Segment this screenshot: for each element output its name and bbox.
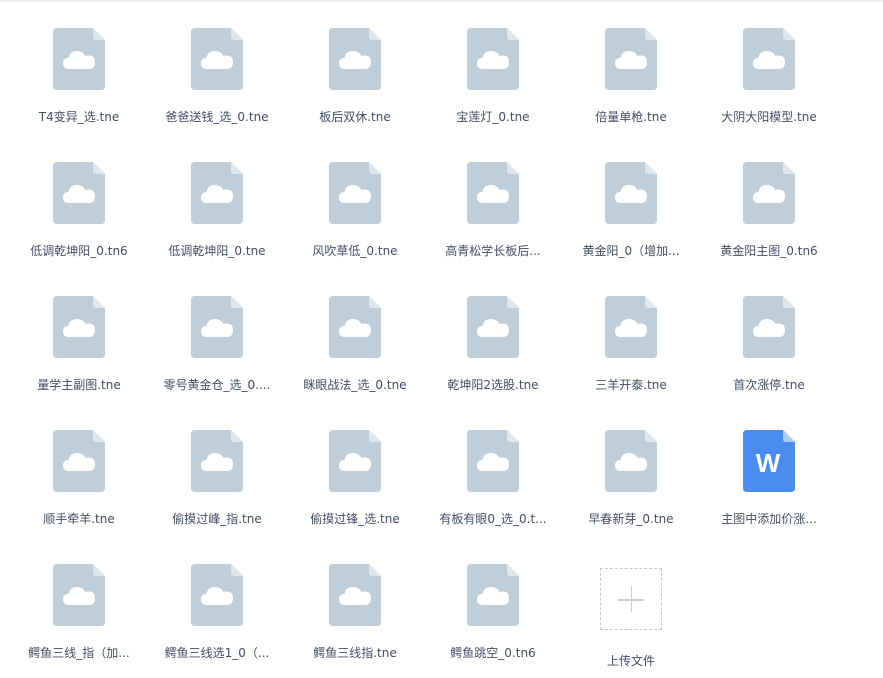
file-item[interactable]: 首次涨停.tne [700,280,838,410]
svg-text:W: W [756,448,781,478]
file-item[interactable]: 眯眼战法_选_0.tne [286,280,424,410]
cloud-file-icon [191,430,243,492]
word-doc-icon: W [743,430,795,492]
file-item[interactable]: 倍量单枪.tne [562,12,700,142]
file-name: 鳄鱼三线指.tne [313,646,397,660]
cloud-file-icon [329,430,381,492]
file-name: 鳄鱼三线_指（加... [28,646,130,660]
file-item[interactable]: 宝莲灯_0.tne [424,12,562,142]
file-name: 早春新芽_0.tne [588,512,674,526]
cloud-file-icon [53,162,105,224]
file-name: 主图中添加价涨... [721,512,817,526]
file-name: 首次涨停.tne [733,378,805,392]
file-item[interactable]: 乾坤阳2选股.tne [424,280,562,410]
file-item[interactable]: 零号黄金仓_选_0.... [148,280,286,410]
file-item[interactable]: 偷摸过锋_选.tne [286,414,424,544]
file-item[interactable]: 鳄鱼三线_指（加... [10,548,148,678]
file-item[interactable]: 爸爸送钱_选_0.tne [148,12,286,142]
file-name: 偷摸过峰_指.tne [172,512,262,526]
cloud-file-icon [329,28,381,90]
file-name: 顺手牵羊.tne [43,512,115,526]
file-name: 黄金阳主图_0.tn6 [720,244,818,258]
cloud-file-icon [53,296,105,358]
top-divider [0,0,883,2]
cloud-file-icon [467,162,519,224]
cloud-file-icon [467,564,519,626]
file-name: 倍量单枪.tne [595,110,667,124]
cloud-file-icon [743,28,795,90]
file-item[interactable]: 三羊开泰.tne [562,280,700,410]
cloud-file-icon [743,162,795,224]
cloud-file-icon [467,28,519,90]
file-name: 零号黄金仓_选_0.... [163,378,271,392]
file-name: 黄金阳_0（增加... [582,244,680,258]
plus-icon[interactable] [600,568,662,630]
file-item[interactable]: 鳄鱼跳空_0.tn6 [424,548,562,678]
cloud-file-icon [191,28,243,90]
cloud-file-icon [467,430,519,492]
cloud-file-icon [191,162,243,224]
file-item[interactable]: W 主图中添加价涨... [700,414,838,544]
file-name: T4变异_选.tne [38,110,120,124]
file-item[interactable]: 黄金阳_0（增加... [562,146,700,276]
file-item[interactable]: 低调乾坤阳_0.tn6 [10,146,148,276]
file-item[interactable]: 低调乾坤阳_0.tne [148,146,286,276]
cloud-file-icon [329,296,381,358]
file-item[interactable]: 量学主副图.tne [10,280,148,410]
cloud-file-icon [53,564,105,626]
file-item[interactable]: 板后双休.tne [286,12,424,142]
cloud-file-icon [467,296,519,358]
file-name: 偷摸过锋_选.tne [310,512,400,526]
file-name: 量学主副图.tne [37,378,121,392]
cloud-file-icon [329,162,381,224]
file-name: 宝莲灯_0.tne [456,110,530,124]
upload-file-label: 上传文件 [606,654,655,668]
cloud-file-icon [329,564,381,626]
file-name: 鳄鱼跳空_0.tn6 [450,646,536,660]
file-item[interactable]: 大阴大阳模型.tne [700,12,838,142]
file-name: 板后双休.tne [319,110,391,124]
file-item[interactable]: 黄金阳主图_0.tn6 [700,146,838,276]
cloud-file-icon [743,296,795,358]
file-name: 乾坤阳2选股.tne [447,378,539,392]
file-name: 高青松学长板后... [445,244,541,258]
file-item[interactable]: 顺手牵羊.tne [10,414,148,544]
cloud-file-icon [53,28,105,90]
upload-file-button[interactable]: 上传文件 [562,548,700,678]
cloud-file-icon [191,564,243,626]
cloud-file-icon [605,296,657,358]
file-name: 低调乾坤阳_0.tne [168,244,266,258]
cloud-file-icon [605,28,657,90]
file-item[interactable]: 偷摸过峰_指.tne [148,414,286,544]
file-item[interactable]: 早春新芽_0.tne [562,414,700,544]
file-name: 爸爸送钱_选_0.tne [165,110,269,124]
file-item[interactable]: 鳄鱼三线选1_0（... [148,548,286,678]
file-item[interactable]: 鳄鱼三线指.tne [286,548,424,678]
file-name: 风吹草低_0.tne [312,244,398,258]
file-name: 三羊开泰.tne [595,378,667,392]
file-name: 有板有眼0_选_0.t... [439,512,547,526]
file-name: 眯眼战法_选_0.tne [303,378,407,392]
cloud-file-icon [53,430,105,492]
file-name: 大阴大阳模型.tne [721,110,817,124]
file-item[interactable]: T4变异_选.tne [10,12,148,142]
file-name: 低调乾坤阳_0.tn6 [30,244,128,258]
file-item[interactable]: 风吹草低_0.tne [286,146,424,276]
cloud-file-icon [605,430,657,492]
cloud-file-icon [605,162,657,224]
file-item[interactable]: 高青松学长板后... [424,146,562,276]
file-item[interactable]: 有板有眼0_选_0.t... [424,414,562,544]
cloud-file-icon [191,296,243,358]
file-name: 鳄鱼三线选1_0（... [164,646,270,660]
